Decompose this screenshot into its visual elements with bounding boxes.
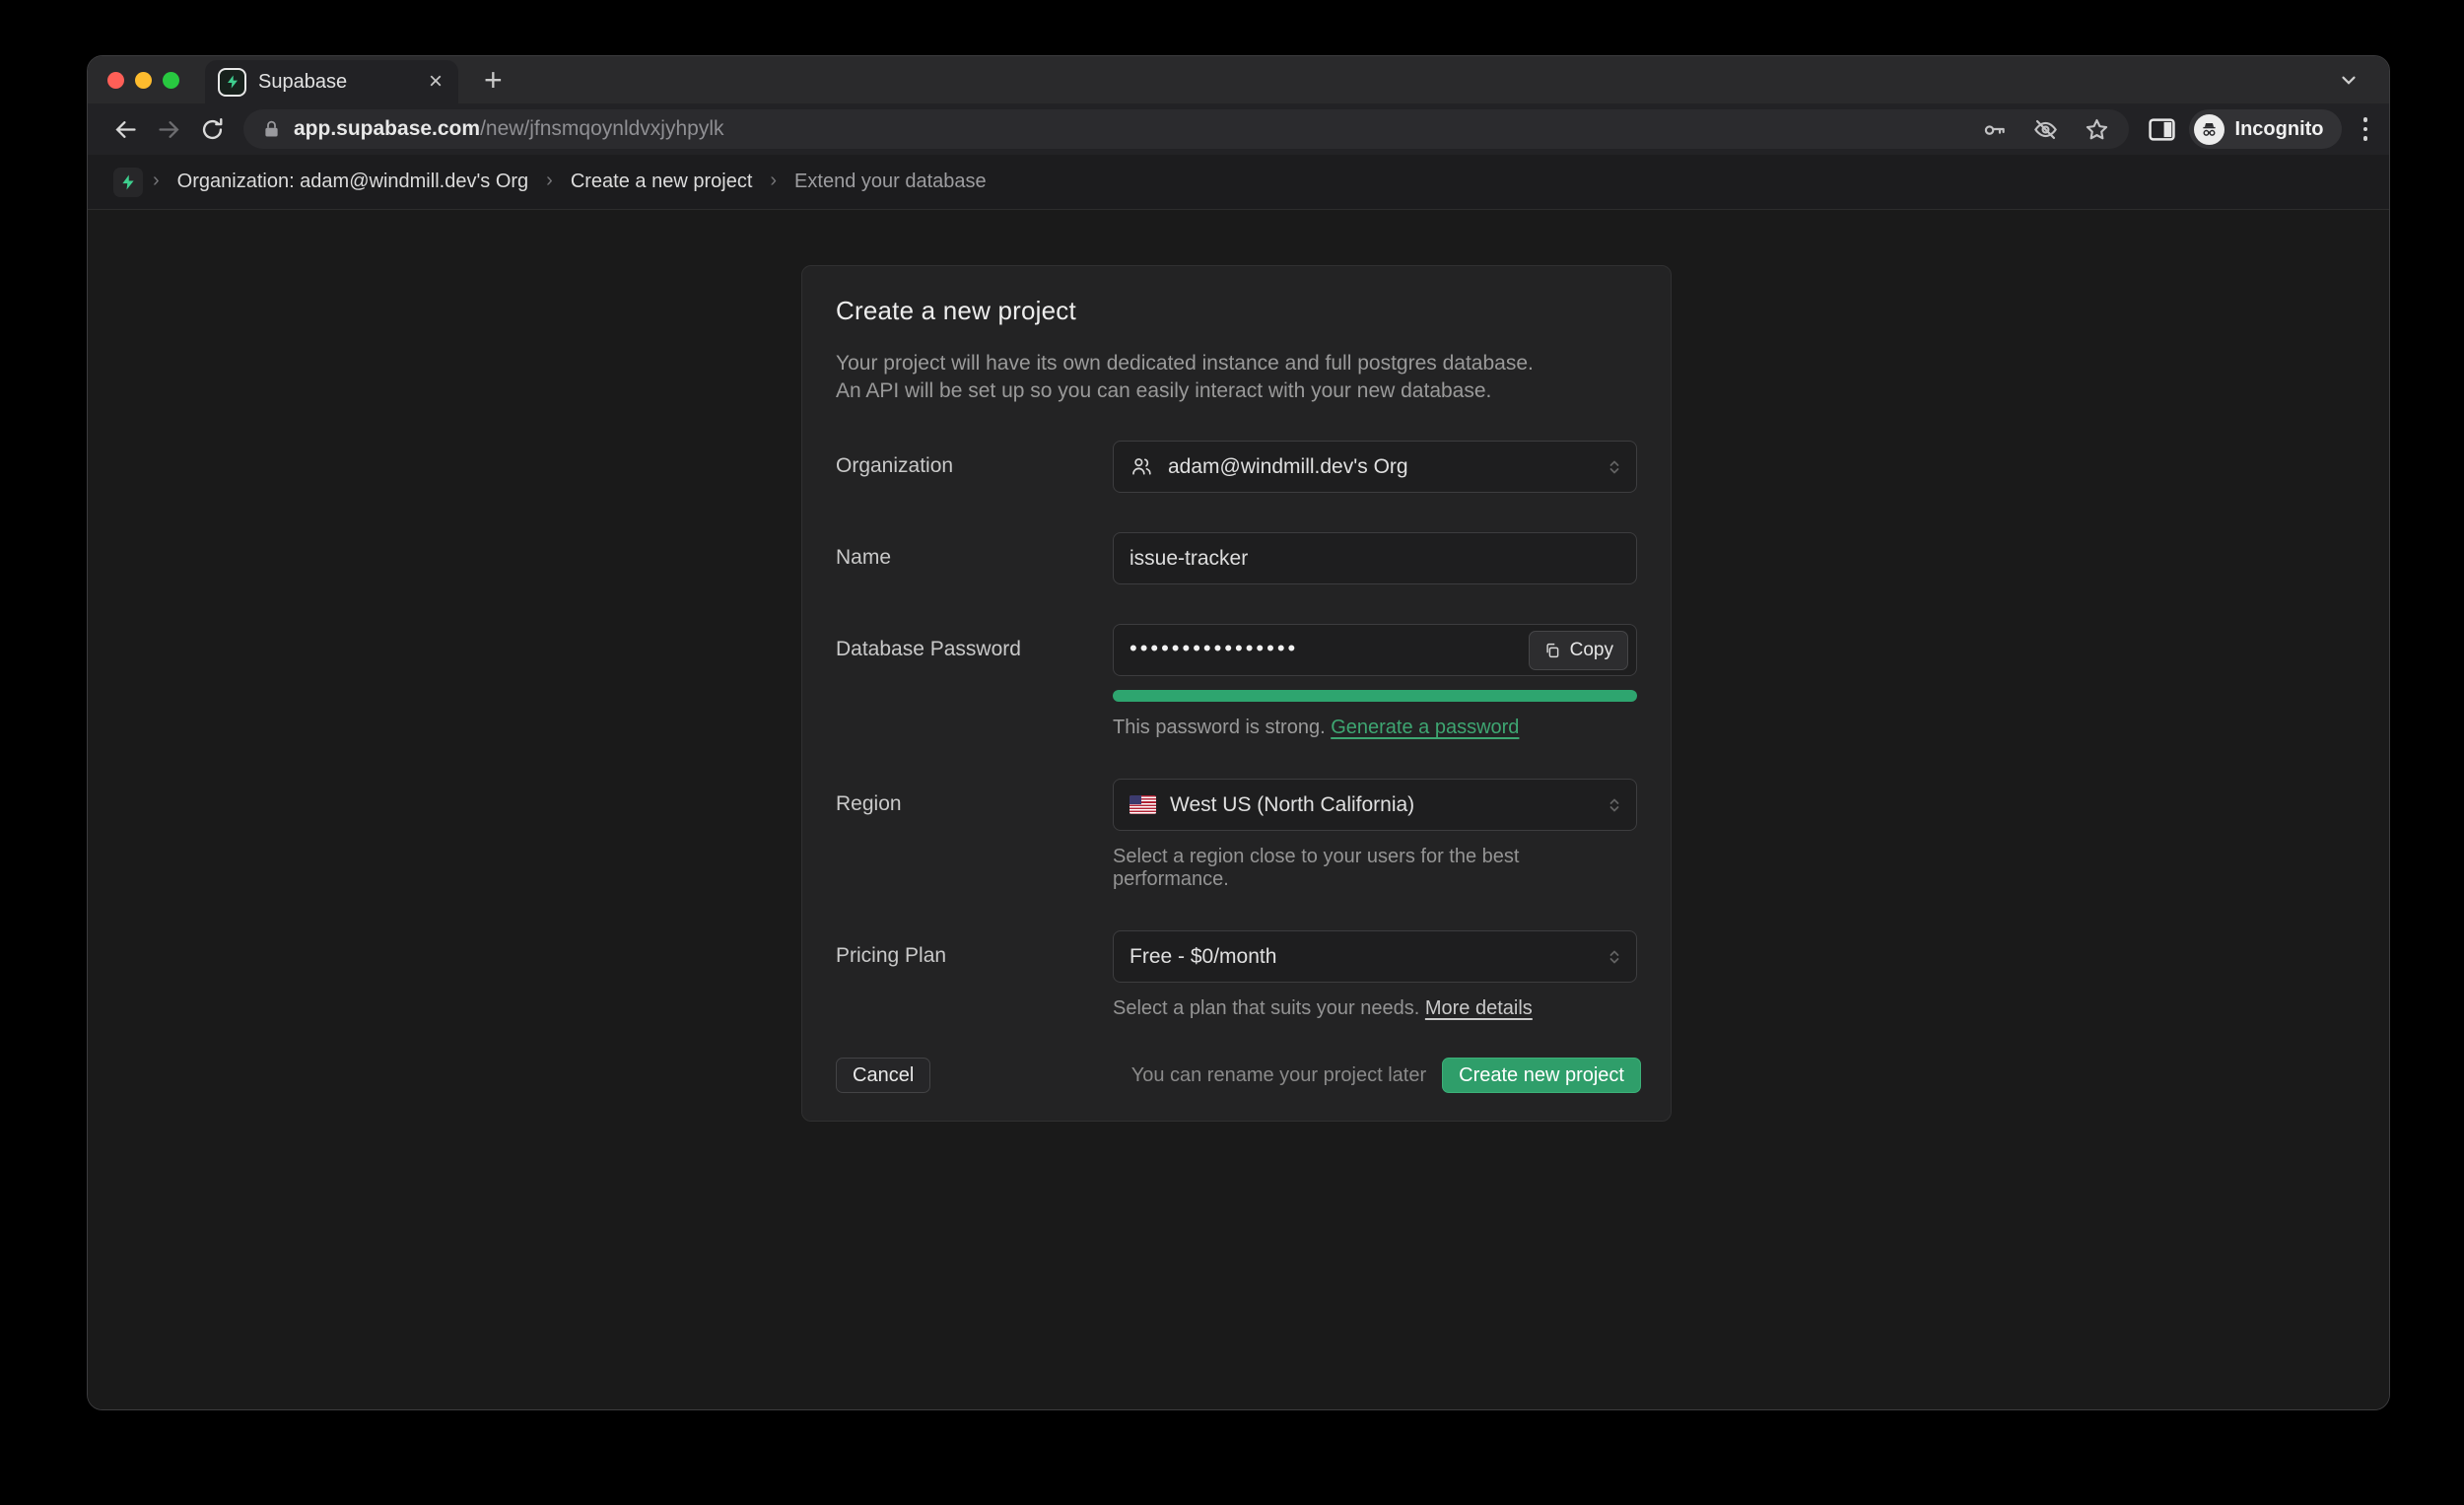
strength-text: This password is strong. (1113, 717, 1331, 738)
chevron-right-icon: › (153, 170, 160, 192)
name-label: Name (836, 532, 1113, 570)
close-window-button[interactable] (107, 72, 124, 89)
bookmark-star-icon[interactable] (2084, 115, 2111, 143)
rename-note: You can rename your project later (1131, 1064, 1426, 1087)
cancel-button[interactable]: Cancel (836, 1058, 930, 1093)
password-label: Database Password (836, 624, 1113, 661)
reload-icon[interactable] (197, 114, 227, 144)
page-title: Create a new project (836, 296, 1637, 326)
tab-title: Supabase (258, 71, 425, 94)
eye-off-icon[interactable] (2032, 115, 2060, 143)
pricing-helper-text: Select a plan that suits your needs. (1113, 997, 1425, 1019)
new-tab-button[interactable]: + (478, 65, 509, 95)
supabase-logo[interactable] (113, 168, 143, 197)
password-key-icon[interactable] (1981, 115, 2009, 143)
pricing-select[interactable]: Free - $0/month (1113, 930, 1637, 983)
bolt-icon (119, 173, 137, 191)
page-content: Create a new project Your project will h… (88, 210, 2389, 1409)
region-select[interactable]: West US (North California) (1113, 779, 1637, 831)
tab-close-icon[interactable]: × (425, 68, 446, 96)
generate-password-link[interactable]: Generate a password (1331, 717, 1519, 738)
select-chevrons-icon (1607, 948, 1622, 966)
zoom-window-button[interactable] (163, 72, 179, 89)
pricing-row: Pricing Plan Free - $0/month Selec (836, 930, 1637, 1020)
incognito-label: Incognito (2235, 118, 2324, 141)
bolt-icon (225, 74, 240, 90)
app-header: › Organization: adam@windmill.dev's Org … (88, 155, 2389, 210)
pricing-helper: Select a plan that suits your needs. Mor… (1113, 997, 1637, 1020)
browser-toolbar: app.supabase.com/new/jfnsmqoynldvxjyhpyl… (88, 103, 2389, 155)
password-strength-bar (1113, 690, 1637, 702)
password-masked-value: •••••••••••••••• (1129, 638, 1298, 659)
incognito-icon (2194, 114, 2224, 145)
chevron-right-icon: › (546, 170, 553, 192)
region-value: West US (North California) (1170, 793, 1414, 817)
address-bar[interactable]: app.supabase.com/new/jfnsmqoynldvxjyhpyl… (243, 109, 2129, 149)
select-chevrons-icon (1607, 458, 1622, 476)
region-row: Region West US (North California) (836, 779, 1637, 891)
description-line-2: An API will be set up so you can easily … (836, 377, 1637, 405)
url-text: app.supabase.com/new/jfnsmqoynldvxjyhpyl… (294, 117, 724, 141)
browser-menu-icon[interactable] (2358, 113, 2374, 145)
organization-row: Organization adam@windmill.dev's Org (836, 441, 1637, 493)
desktop: Supabase × + (0, 0, 2464, 1505)
browser-tab-supabase[interactable]: Supabase × (205, 60, 458, 103)
back-icon[interactable] (110, 114, 140, 144)
password-input[interactable]: •••••••••••••••• Copy (1113, 624, 1637, 676)
breadcrumb-create-project[interactable]: Create a new project (571, 171, 753, 193)
region-label: Region (836, 779, 1113, 816)
incognito-badge: Incognito (2189, 109, 2342, 149)
region-field-group: West US (North California) Select a regi… (1113, 779, 1637, 891)
organization-value: adam@windmill.dev's Org (1168, 455, 1408, 479)
supabase-favicon-icon (218, 68, 246, 97)
copy-label: Copy (1570, 640, 1613, 661)
organization-select[interactable]: adam@windmill.dev's Org (1113, 441, 1637, 493)
side-panel-icon[interactable] (2149, 117, 2175, 142)
select-chevrons-icon (1607, 796, 1622, 814)
pricing-label: Pricing Plan (836, 930, 1113, 968)
minimize-window-button[interactable] (135, 72, 152, 89)
name-value: issue-tracker (1129, 547, 1248, 571)
create-project-card: Create a new project Your project will h… (801, 265, 1672, 1122)
password-strength-note: This password is strong. Generate a pass… (1113, 717, 1637, 739)
name-input[interactable]: issue-tracker (1113, 532, 1637, 584)
copy-password-button[interactable]: Copy (1529, 631, 1628, 670)
tab-strip: Supabase × + (88, 56, 2389, 103)
copy-icon (1543, 642, 1561, 659)
users-icon (1129, 454, 1154, 479)
card-footer: Cancel You can rename your project later… (802, 1058, 1671, 1093)
password-row: Database Password •••••••••••••••• Copy (836, 624, 1637, 739)
name-row: Name issue-tracker (836, 532, 1637, 584)
password-field-group: •••••••••••••••• Copy Th (1113, 624, 1637, 739)
breadcrumb-extend-database: Extend your database (794, 171, 987, 193)
browser-window: Supabase × + (87, 55, 2390, 1410)
card-header: Create a new project Your project will h… (802, 266, 1671, 405)
card-description: Your project will have its own dedicated… (836, 350, 1637, 405)
pricing-value: Free - $0/month (1129, 945, 1276, 969)
more-details-link[interactable]: More details (1425, 997, 1533, 1019)
breadcrumb-organization[interactable]: Organization: adam@windmill.dev's Org (177, 171, 528, 193)
forward-icon[interactable] (154, 114, 183, 144)
tab-search-chevron-icon[interactable] (2338, 69, 2360, 91)
pricing-field-group: Free - $0/month Select a plan that suits… (1113, 930, 1637, 1020)
region-helper: Select a region close to your users for … (1113, 846, 1637, 891)
us-flag-icon (1129, 795, 1156, 814)
create-new-project-button[interactable]: Create new project (1442, 1058, 1641, 1093)
organization-label: Organization (836, 441, 1113, 478)
url-host: app.supabase.com (294, 117, 480, 140)
url-path: /new/jfnsmqoynldvxjyhpylk (480, 117, 723, 140)
window-controls (88, 72, 179, 89)
lock-icon (261, 119, 282, 140)
description-line-1: Your project will have its own dedicated… (836, 350, 1637, 377)
chevron-right-icon: › (770, 170, 777, 192)
card-body: Organization adam@windmill.dev's Org (802, 441, 1671, 1020)
